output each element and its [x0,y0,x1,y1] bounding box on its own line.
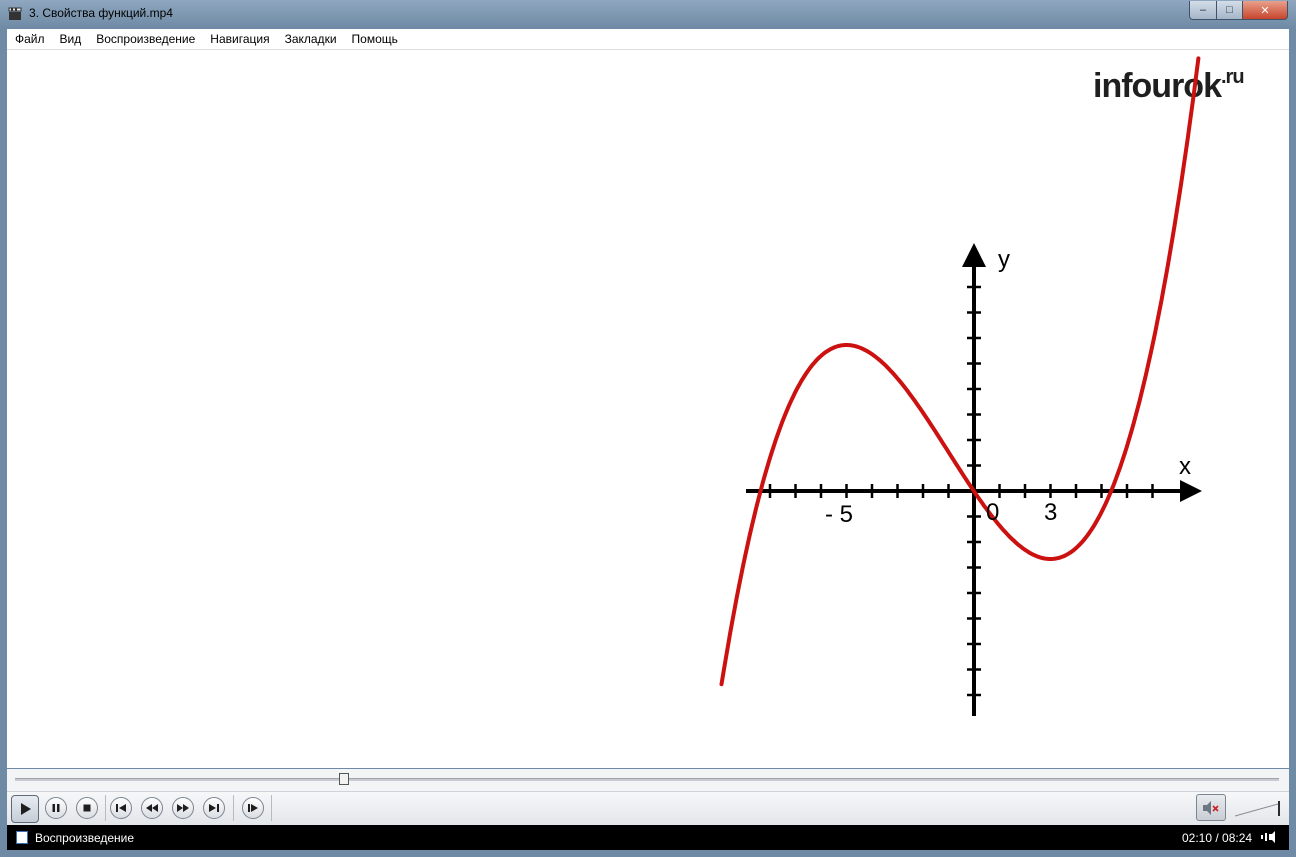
playback-controls [7,791,1289,825]
tick-label-3: 3 [1044,499,1057,526]
status-bar: Воспроизведение 02:10 / 08:24 [7,825,1289,850]
frame-step-button[interactable] [242,797,264,819]
stop-icon [83,804,91,812]
volume-slider[interactable] [1234,798,1284,818]
skip-next-icon [209,804,219,812]
seek-track[interactable] [15,778,1279,781]
seek-thumb[interactable] [338,773,349,785]
speaker-muted-icon [1203,800,1219,815]
previous-button[interactable] [110,797,132,819]
function-curve [719,56,1201,687]
tick-label-minus-5: - 5 [825,501,853,528]
rewind-button[interactable] [141,797,163,819]
play-button[interactable] [11,795,39,823]
mute-button[interactable] [1196,794,1226,821]
pause-button[interactable] [45,797,67,819]
x-axis-label: x [1179,453,1191,480]
next-button[interactable] [203,797,225,819]
fast-forward-icon [177,804,189,812]
pause-icon [52,804,60,812]
rewind-icon [146,804,158,812]
y-axis-label: y [998,246,1010,273]
tick-label-0: 0 [986,499,999,526]
toolbar-separator [105,795,106,821]
stop-button[interactable] [76,797,98,819]
x-axis-arrow [1180,480,1202,502]
seek-bar[interactable] [7,769,1289,791]
play-icon [21,803,31,815]
skip-previous-icon [116,804,126,812]
fast-forward-button[interactable] [172,797,194,819]
status-document-icon [16,831,28,844]
y-axis-arrow [962,243,986,267]
toolbar-separator [271,795,272,821]
playback-time: 02:10 / 08:24 [1182,831,1253,845]
function-graph: y x - 5 0 3 [719,56,1202,716]
audio-level-icon [1261,831,1275,843]
status-text: Воспроизведение [35,831,135,845]
frame-step-icon [248,804,258,812]
toolbar-separator [233,795,234,821]
